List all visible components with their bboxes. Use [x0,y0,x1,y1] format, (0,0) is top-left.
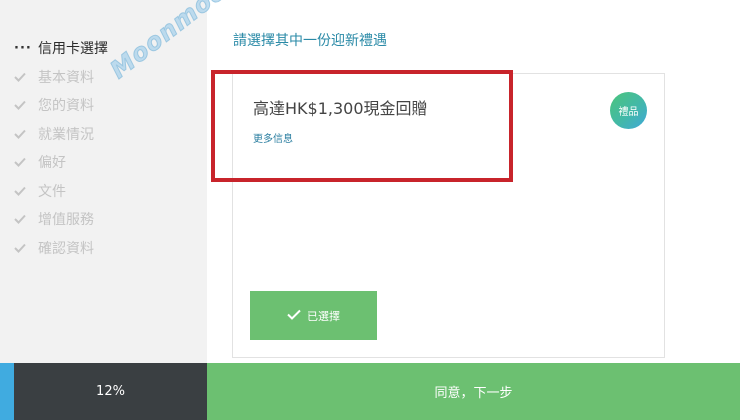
step-sidebar: ··· 信用卡選擇 基本資料 您的資料 就業情況 偏好 文件 增值服務 確認資料 [0,0,207,363]
footer-bar: 12% 同意，下一步 [0,363,740,420]
agree-next-button[interactable]: 同意，下一步 [207,363,740,420]
step-documents[interactable]: 文件 [0,177,207,206]
step-label: 基本資料 [38,69,94,86]
step-basic-info[interactable]: 基本資料 [0,63,207,92]
selected-label: 已選擇 [307,309,340,323]
gift-badge: 禮品 [610,92,647,129]
annotation-highlight-box [211,70,513,182]
progress-indicator [0,363,14,420]
step-value-added-services[interactable]: 增值服務 [0,205,207,234]
step-label: 增值服務 [38,212,94,229]
check-icon [14,214,38,225]
selected-button[interactable]: 已選擇 [250,291,377,340]
current-step-dots-icon: ··· [14,40,32,56]
selection-prompt: 請選擇其中一份迎新禮遇 [233,33,387,49]
check-icon [14,72,38,82]
step-label: 就業情況 [38,126,94,143]
check-icon [14,243,38,253]
step-your-info[interactable]: 您的資料 [0,91,207,120]
progress-percent: 12% [14,363,207,420]
step-label: 信用卡選擇 [38,41,108,58]
step-confirm-info[interactable]: 確認資料 [0,234,207,263]
step-employment[interactable]: 就業情況 [0,120,207,149]
check-icon [14,100,38,111]
check-icon [14,186,38,196]
check-icon [14,157,38,168]
check-icon [287,309,301,323]
step-label: 文件 [38,183,66,200]
step-label: 您的資料 [38,98,94,115]
step-preferences[interactable]: 偏好 [0,148,207,177]
step-credit-card-selection[interactable]: ··· 信用卡選擇 [0,34,207,63]
check-icon [14,129,38,139]
step-label: 確認資料 [38,240,94,257]
step-label: 偏好 [38,155,66,172]
